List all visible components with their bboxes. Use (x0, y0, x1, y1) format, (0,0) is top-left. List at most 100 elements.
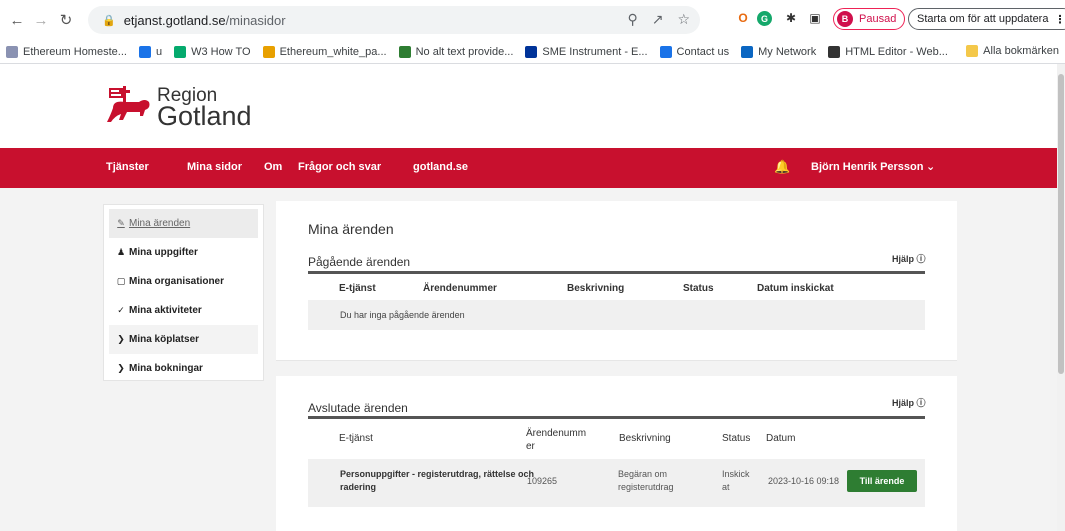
sidebar-item-label: Mina bokningar (129, 363, 203, 374)
check-icon: ✓ (117, 305, 125, 315)
forward-icon[interactable]: → (30, 9, 52, 31)
ongoing-divider (308, 271, 925, 274)
extensions-puzzle-icon[interactable]: ✱ (782, 9, 800, 27)
bookmark-label: u (155, 45, 163, 58)
grammarly-extension-icon[interactable]: G (757, 11, 772, 26)
page-scrollbar[interactable] (1057, 64, 1065, 531)
person-icon: ♟ (116, 247, 126, 257)
closed-col-beskrivning: Beskrivning (619, 433, 671, 444)
page-title: Mina ärenden (308, 221, 394, 237)
help-icon: ⓘ (916, 254, 926, 264)
row-description: Begäran om registerutdrag (618, 469, 674, 492)
bookmark-label: Contact us (676, 45, 730, 58)
nav-mina-sidor[interactable]: Mina sidor (187, 161, 242, 173)
ongoing-empty-row: Du har inga pågående ärenden (308, 300, 925, 330)
help-label: Hjälp (892, 398, 915, 408)
bookmarks-bar: Ethereum Homeste... u W3 How TO Ethereum_wh… (0, 40, 1065, 64)
share-icon[interactable]: ↗ (652, 11, 664, 28)
nav-fragor-och-svar[interactable]: Frågor och svar (298, 161, 381, 173)
sidebar-item-mina-bokningar[interactable]: ❯ Mina bokningar (104, 354, 263, 383)
contact-icon (659, 45, 672, 58)
zoom-icon[interactable]: ⚲ (627, 11, 637, 28)
main-navigation: Tjänster Mina sidor Om Frågor och svar g… (0, 148, 1057, 188)
ongoing-section-title: Pågående ärenden (308, 255, 411, 269)
update-button[interactable]: Starta om för att uppdatera ⋮ (908, 8, 1065, 30)
reload-icon[interactable]: ↻ (55, 9, 77, 31)
bell-icon[interactable]: 🔔 (774, 159, 790, 175)
sidebar-item-mina-koplatser[interactable]: ❯ Mina köplatser (109, 325, 258, 354)
opera-extension-icon[interactable]: O (734, 9, 752, 27)
all-bookmarks-label: Alla bokmärken (983, 45, 1059, 57)
closed-col-status: Status (722, 433, 751, 444)
update-label: Starta om för att uppdatera (917, 13, 1049, 25)
till-arende-button[interactable]: Till ärende (847, 470, 917, 492)
profile-avatar: B (837, 11, 853, 27)
bookmark-item[interactable]: Ethereum_white_pa... (262, 45, 387, 58)
bookmark-item[interactable]: My Network (741, 45, 816, 58)
folder-icon (966, 45, 979, 57)
bookmark-item[interactable]: No alt text provide... (398, 45, 513, 58)
closed-col-datum: Datum (766, 433, 796, 444)
closed-help-link[interactable]: Hjälp ⓘ (892, 396, 926, 409)
briefcase-icon: ▢ (116, 276, 126, 286)
section-separator (276, 360, 957, 376)
profile-button[interactable]: B Pausad (833, 8, 906, 30)
sidebar-item-label: Mina uppgifter (129, 247, 198, 258)
bookmark-item[interactable]: HTML Editor - Web... (828, 45, 948, 58)
w3-icon (174, 45, 187, 58)
sidebar-item-mina-organisationer[interactable]: ▢ Mina organisationer (104, 267, 263, 296)
ongoing-col-datum-inskickat: Datum inskickat (757, 283, 834, 294)
row-number: 109265 (527, 476, 558, 486)
url-path: /minasidor (225, 12, 286, 28)
back-icon[interactable]: ← (6, 9, 28, 31)
star-icon[interactable]: ☆ (677, 11, 690, 28)
ongoing-help-link[interactable]: Hjälp ⓘ (892, 252, 926, 265)
site-header: Region Gotland (0, 64, 1057, 148)
row-status: Inskick at (722, 469, 750, 492)
sidebar-item-label: Mina ärenden (129, 218, 191, 229)
row-service: Personuppgifter - registerutdrag, rättel… (340, 469, 535, 492)
bookmark-item[interactable]: u (138, 45, 163, 58)
scrollbar-thumb[interactable] (1058, 74, 1064, 374)
chevron-right-icon: ❯ (117, 363, 125, 373)
bookmark-label: W3 How TO (191, 45, 251, 58)
sidebar: ✎ Mina ärenden ♟ Mina uppgifter ▢ Mina orga… (103, 204, 264, 381)
address-bar[interactable]: 🔒 etjanst.gotland.se/minasidor ⚲ ↗ ☆ (88, 6, 700, 34)
bookmark-item[interactable]: Ethereum Homeste... (6, 45, 127, 58)
help-icon: ⓘ (916, 398, 926, 408)
ethereum-icon (6, 45, 18, 58)
user-menu[interactable]: Björn Henrik Persson (811, 161, 923, 173)
chevron-down-icon[interactable]: ⌄ (926, 160, 935, 173)
bookmark-label: SME Instrument - E... (542, 45, 648, 58)
linkedin-icon (741, 45, 754, 58)
sidebar-item-label: Mina aktiviteter (129, 305, 202, 316)
bookmark-item[interactable]: SME Instrument - E... (525, 45, 648, 58)
chevron-right-icon: ❯ (117, 334, 125, 344)
sidepanel-icon[interactable]: ▣ (806, 9, 824, 27)
nav-gotland-se[interactable]: gotland.se (413, 161, 468, 173)
ongoing-col-arendenummer: Ärendenummer (423, 283, 497, 294)
nav-tjanster[interactable]: Tjänster (106, 161, 149, 173)
closed-section-title: Avslutade ärenden (308, 401, 408, 415)
sidebar-item-label: Mina organisationer (129, 276, 225, 287)
row-date: 2023-10-16 09:18 (768, 476, 840, 486)
sidebar-item-label: Mina köplatser (129, 334, 200, 345)
ongoing-col-etjanst: E-tjänst (339, 283, 376, 294)
nav-om[interactable]: Om (264, 161, 282, 173)
sidebar-item-mina-arenden[interactable]: ✎ Mina ärenden (109, 209, 258, 238)
region-gotland-logo[interactable]: Region Gotland (105, 86, 252, 130)
url-host: etjanst.gotland.se (123, 12, 226, 28)
pin-icon (398, 45, 411, 58)
sidebar-item-mina-aktiviteter[interactable]: ✓ Mina aktiviteter (104, 296, 263, 325)
sidebar-item-mina-uppgifter[interactable]: ♟ Mina uppgifter (104, 238, 263, 267)
bookmark-item[interactable]: W3 How TO (174, 45, 251, 58)
browser-toolbar: ← → ↻ 🔒 etjanst.gotland.se/minasidor ⚲ ↗… (0, 0, 1065, 40)
profile-status: Pausad (859, 13, 897, 25)
all-bookmarks-button[interactable]: Alla bokmärken (966, 45, 1059, 57)
ram-emblem-icon (107, 86, 150, 122)
pencil-icon: ✎ (117, 218, 125, 228)
ongoing-col-beskrivning: Beskrivning (567, 283, 625, 294)
closed-divider (308, 416, 925, 419)
bookmark-item[interactable]: Contact us (659, 45, 730, 58)
help-label: Hjälp (892, 254, 915, 264)
